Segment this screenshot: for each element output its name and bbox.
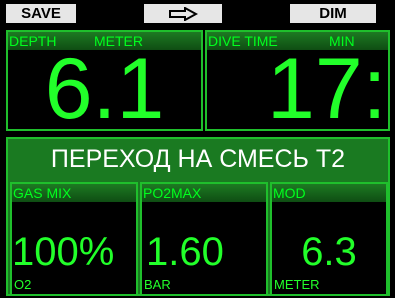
po2max-panel: PO2MAX 1.60 BAR [140,182,268,294]
dive-computer-screen: SAVE DIM DEPTH METER 6.1 DIVE TIME MIN 1… [0,0,395,298]
dive-time-panel: DIVE TIME MIN 17: [205,30,390,131]
po2max-unit: BAR [144,277,171,292]
next-softkey[interactable] [144,4,222,23]
mod-panel: MOD 6.3 METER [270,182,388,294]
po2max-value: 1.60 [146,230,224,274]
save-softkey[interactable]: SAVE [6,4,76,23]
gas-switch-box: ПЕРЕХОД НА СМЕСЬ T2 GAS MIX 100% O2 PO2M… [6,137,390,296]
dive-time-value: 17: [267,41,387,131]
po2max-label: PO2MAX [142,184,266,202]
arrow-right-icon [169,6,198,21]
gas-mix-value: 100% [12,230,115,274]
depth-panel: DEPTH METER 6.1 [6,30,203,131]
mod-value: 6.3 [301,230,357,274]
mod-unit: METER [274,277,320,292]
gas-mix-unit: O2 [14,277,32,292]
depth-value: 6.1 [44,41,165,131]
mod-label: MOD [272,184,386,202]
dim-softkey[interactable]: DIM [290,4,376,23]
gas-switch-title: ПЕРЕХОД НА СМЕСЬ T2 [50,145,346,173]
gas-mix-panel: GAS MIX 100% O2 [10,182,138,294]
gas-mix-label: GAS MIX [12,184,136,202]
